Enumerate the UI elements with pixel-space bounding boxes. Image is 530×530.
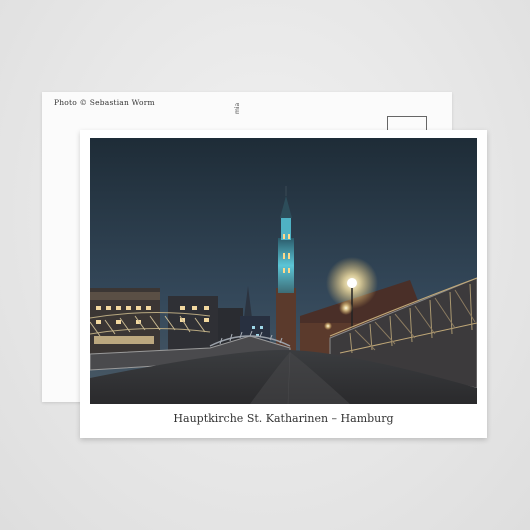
lamp	[347, 278, 357, 288]
night-photo	[90, 138, 477, 404]
rotated-text: mia	[234, 102, 241, 114]
postcard-front: Hauptkirche St. Katharinen – Hamburg	[80, 130, 487, 438]
caption: Hauptkirche St. Katharinen – Hamburg	[173, 412, 394, 425]
stamp-box	[387, 116, 427, 131]
photo-credit: Photo © Sebastian Worm	[54, 98, 155, 107]
